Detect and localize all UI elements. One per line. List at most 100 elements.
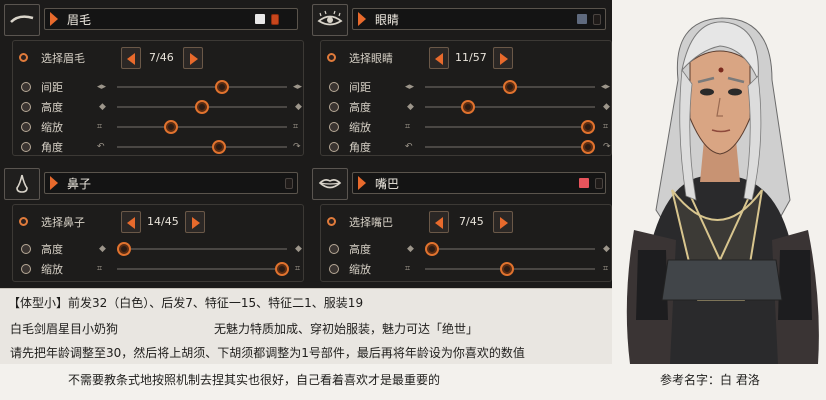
slider-label: 角度 xyxy=(349,141,371,154)
select-count: 7/45 xyxy=(459,215,484,228)
up-down-icon: ◆ xyxy=(407,244,414,254)
slider-track[interactable] xyxy=(116,242,287,256)
prev-button[interactable] xyxy=(121,211,141,233)
description-box: 【体型小】前发32（白色）、后发7、特征一15、特征二1、服装19 白毛剑眉星目… xyxy=(0,288,612,364)
height-icon xyxy=(21,244,31,254)
footer: 不需要教条式地按照机制去捏其实也很好，自己看着喜欢才是最重要的 参考名字：白 君… xyxy=(0,364,826,400)
slider-row: 角度 ↶ ↷ xyxy=(321,139,611,155)
slider-knob[interactable] xyxy=(212,140,226,154)
slider-row: 高度 ◆ ◆ xyxy=(321,99,611,115)
bookmark-icon[interactable] xyxy=(593,14,601,25)
shrink-icon: ⌗ xyxy=(405,264,411,274)
next-button[interactable] xyxy=(185,211,205,233)
eyes-dropdown[interactable]: 眼睛 xyxy=(352,8,606,30)
expand-icon: ⌗ xyxy=(295,264,301,274)
shrink-icon: ⌗ xyxy=(97,264,103,274)
slider-knob[interactable] xyxy=(164,120,179,134)
rotate-icon: ↷ xyxy=(293,142,301,152)
slider-track[interactable] xyxy=(425,262,595,276)
slider-row: 缩放 ⌗ ⌗ xyxy=(13,261,303,277)
style-description: 白毛剑眉星目小奶狗 xyxy=(10,322,119,336)
slider-knob[interactable] xyxy=(460,100,475,114)
slider-track[interactable] xyxy=(425,100,595,114)
slider-knob[interactable] xyxy=(581,120,596,134)
select-count: 7/46 xyxy=(149,51,174,64)
slider-row: 间距 ◂▸ ◂▸ xyxy=(321,79,611,95)
select-count: 14/45 xyxy=(147,215,179,228)
slider-row: 缩放 ⌗ ⌗ xyxy=(13,119,303,135)
slider-row: 缩放 ⌗ ⌗ xyxy=(321,261,611,277)
slider-label: 缩放 xyxy=(349,263,371,276)
reference-name: 参考名字：白 君洛 xyxy=(660,373,760,387)
slider-track[interactable] xyxy=(425,140,596,154)
orange-dot-icon xyxy=(327,53,336,62)
slider-track[interactable] xyxy=(117,80,287,94)
next-button[interactable] xyxy=(183,47,203,69)
eye-icon[interactable] xyxy=(312,4,348,36)
next-button[interactable] xyxy=(493,211,513,233)
bookmark-icon[interactable] xyxy=(285,178,293,189)
scale-icon xyxy=(329,122,339,132)
orange-dot-icon xyxy=(19,217,28,226)
slider-knob[interactable] xyxy=(581,140,596,154)
prev-button[interactable] xyxy=(121,47,141,69)
slider-knob[interactable] xyxy=(424,242,439,256)
eyebrow-icon[interactable] xyxy=(4,4,40,36)
build-spec-text: 【体型小】前发32（白色）、后发7、特征一15、特征二1、服装19 xyxy=(8,296,364,310)
color-swatch[interactable] xyxy=(255,14,265,24)
height-icon xyxy=(329,102,339,112)
slider-knob[interactable] xyxy=(499,262,514,276)
slider-label: 高度 xyxy=(41,101,63,114)
expand-arrow-icon xyxy=(50,176,58,190)
narrow-icon: ◂▸ xyxy=(97,82,107,92)
color-swatch[interactable] xyxy=(579,178,589,188)
eyebrow-dropdown[interactable]: 眉毛 xyxy=(44,8,298,30)
slider-track[interactable] xyxy=(425,120,596,134)
slider-label: 角度 xyxy=(41,141,63,154)
slider-track[interactable] xyxy=(117,140,287,154)
mouth-controls: 选择嘴巴 7/45 高度 ◆ ◆ 缩放 ⌗ ⌗ xyxy=(320,204,612,282)
select-count: 11/57 xyxy=(455,51,487,64)
slider-label: 高度 xyxy=(349,101,371,114)
slider-row: 高度 ◆ ◆ xyxy=(321,241,611,257)
character-portrait xyxy=(612,0,826,364)
slider-label: 高度 xyxy=(41,243,63,256)
slider-knob[interactable] xyxy=(503,80,517,94)
eyebrow-panel: 眉毛 选择眉毛 7/46 间距 ◂▸ ◂▸ 高度 ◆ ◆ 缩放 ⌗ ⌗ 角度 ↶… xyxy=(4,4,304,156)
slider-row: 高度 ◆ ◆ xyxy=(13,241,303,257)
prev-button[interactable] xyxy=(429,211,449,233)
mouth-dropdown[interactable]: 嘴巴 xyxy=(352,172,606,194)
slider-knob[interactable] xyxy=(195,100,209,114)
slider-knob[interactable] xyxy=(215,80,230,94)
nose-dropdown[interactable]: 鼻子 xyxy=(44,172,298,194)
select-label: 选择眼睛 xyxy=(349,52,393,65)
bookmark-icon[interactable] xyxy=(595,178,603,189)
slider-track[interactable] xyxy=(424,242,595,256)
instruction-text: 请先把年龄调整至30，然后将上胡须、下胡须都调整为1号部件，最后再将年龄设为你喜… xyxy=(10,346,525,360)
nose-controls: 选择鼻子 14/45 高度 ◆ ◆ 缩放 ⌗ ⌗ xyxy=(12,204,304,282)
prev-button[interactable] xyxy=(429,47,449,69)
slider-track[interactable] xyxy=(425,80,595,94)
expand-arrow-icon xyxy=(358,176,366,190)
angle-icon xyxy=(21,142,31,152)
wide-icon: ◂▸ xyxy=(601,82,611,92)
slider-track[interactable] xyxy=(117,120,287,134)
closing-note: 不需要教条式地按照机制去捏其实也很好，自己看着喜欢才是最重要的 xyxy=(68,373,441,387)
bookmark-icon[interactable] xyxy=(271,14,279,25)
slider-knob[interactable] xyxy=(116,242,131,256)
color-swatch[interactable] xyxy=(577,14,587,24)
next-button[interactable] xyxy=(493,47,513,69)
slider-label: 间距 xyxy=(349,81,371,94)
slider-track[interactable] xyxy=(117,100,287,114)
nose-icon[interactable] xyxy=(4,168,40,200)
slider-track[interactable] xyxy=(117,262,289,276)
up-down-icon: ◆ xyxy=(295,244,302,254)
mouth-icon[interactable] xyxy=(312,168,348,200)
slider-knob[interactable] xyxy=(274,262,289,276)
slider-label: 间距 xyxy=(41,81,63,94)
orange-dot-icon xyxy=(19,53,28,62)
character-illustration xyxy=(626,17,819,364)
nose-panel: 鼻子 选择鼻子 14/45 高度 ◆ ◆ 缩放 ⌗ ⌗ xyxy=(4,168,304,282)
select-label: 选择鼻子 xyxy=(41,216,85,229)
slider-row: 高度 ◆ ◆ xyxy=(13,99,303,115)
